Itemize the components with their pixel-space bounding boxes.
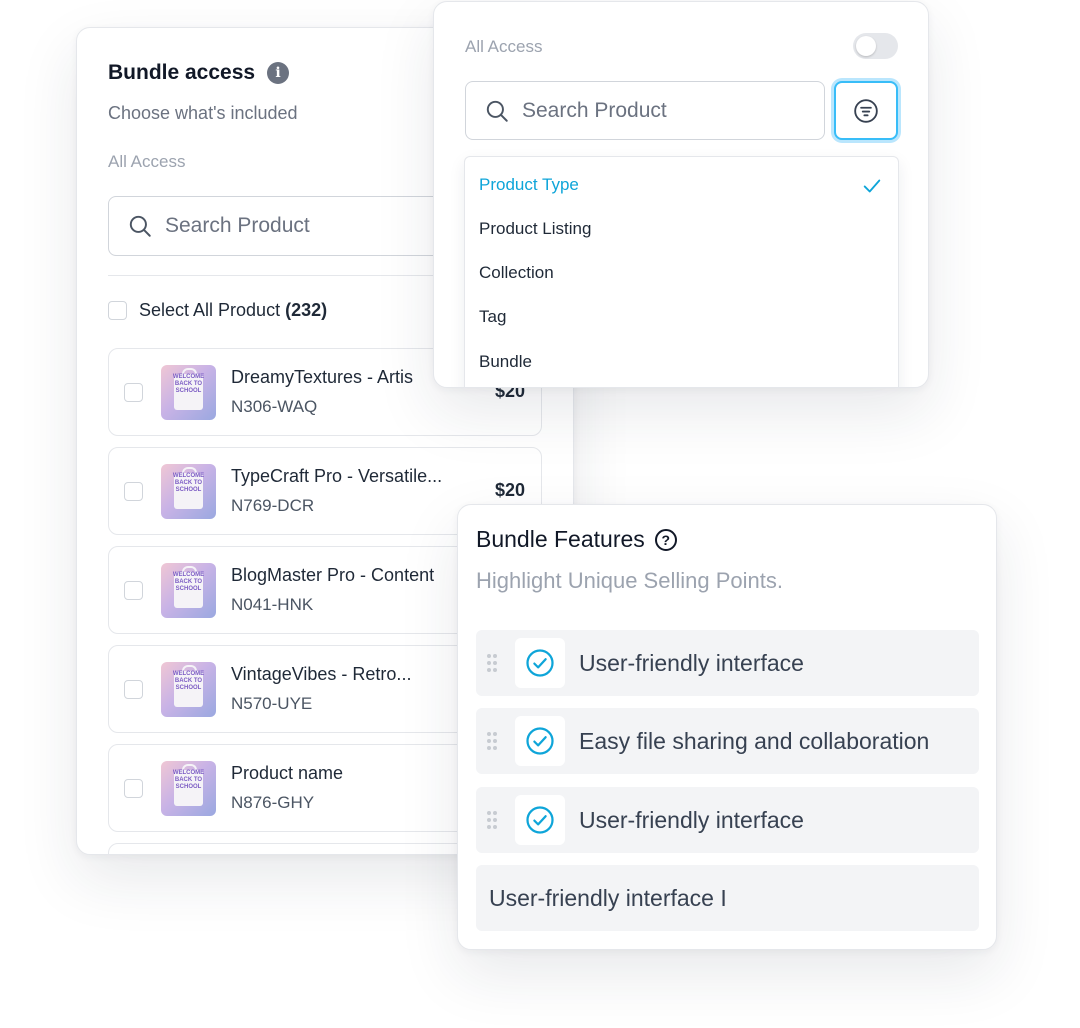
- product-checkbox[interactable]: [124, 383, 143, 402]
- product-thumbnail: WELCOME BACK TO SCHOOL: [161, 662, 216, 717]
- product-thumbnail: WELCOME BACK TO SCHOOL: [161, 464, 216, 519]
- product-sku: N876-GHY: [231, 793, 315, 812]
- product-sku: N570-UYE: [231, 694, 313, 713]
- all-access-label: All Access: [108, 152, 186, 171]
- bundle-features-header: Bundle Features ?: [476, 526, 677, 553]
- product-checkbox[interactable]: [124, 581, 143, 600]
- check-circle-icon: [515, 638, 565, 688]
- product-thumbnail: WELCOME BACK TO SCHOOL: [161, 563, 216, 618]
- filter-icon: [854, 98, 878, 123]
- product-thumbnail: WELCOME BACK TO SCHOOL: [161, 761, 216, 816]
- product-name: Product name: [231, 763, 344, 783]
- select-all-row[interactable]: Select All Product (232): [108, 300, 327, 321]
- feature-text: Easy file sharing and collaboration: [579, 728, 930, 754]
- filter-button[interactable]: [834, 81, 898, 140]
- all-access-label: All Access: [465, 37, 543, 56]
- menu-item-tag[interactable]: Tag: [479, 307, 506, 327]
- filter-dropdown-menu: Product Type Product Listing Collection …: [464, 156, 899, 387]
- question-icon[interactable]: ?: [654, 528, 677, 551]
- bundle-features-card: Bundle Features ? Highlight Unique Selli…: [457, 504, 997, 950]
- product-checkbox[interactable]: [124, 779, 143, 798]
- drag-handle-icon[interactable]: [486, 731, 498, 751]
- check-circle-icon: [515, 716, 565, 766]
- product-name: VintageVibes - Retro...: [231, 664, 412, 684]
- product-name: BlogMaster Pro - Content: [231, 565, 435, 585]
- menu-item-product-listing[interactable]: Product Listing: [479, 219, 591, 239]
- filter-panel-card: All Access Search Product Product Type P…: [433, 1, 929, 388]
- bundle-features-subtitle: Highlight Unique Selling Points.: [476, 568, 783, 593]
- drag-handle-icon[interactable]: [486, 810, 498, 830]
- feature-item[interactable]: User-friendly interface: [476, 630, 979, 696]
- new-feature-value: User-friendly interface I: [489, 885, 727, 911]
- product-sku: N306-WAQ: [231, 397, 318, 416]
- feature-item[interactable]: User-friendly interface: [476, 787, 979, 853]
- check-icon: [863, 179, 881, 193]
- toggle-knob: [856, 36, 876, 56]
- product-price: $20: [494, 480, 525, 500]
- feature-item[interactable]: Easy file sharing and collaboration: [476, 708, 979, 774]
- product-checkbox[interactable]: [124, 680, 143, 699]
- search-placeholder: Search Product: [522, 98, 667, 122]
- search-icon: [486, 100, 508, 122]
- menu-item-bundle[interactable]: Bundle: [479, 352, 532, 372]
- search-icon: [129, 215, 151, 237]
- new-feature-input[interactable]: User-friendly interface I: [476, 865, 979, 931]
- product-sku: N769-DCR: [231, 496, 315, 515]
- all-access-toggle[interactable]: [853, 33, 898, 59]
- menu-item-collection[interactable]: Collection: [479, 263, 554, 283]
- select-all-checkbox[interactable]: [108, 301, 127, 320]
- product-search-input[interactable]: Search Product: [465, 81, 825, 140]
- drag-handle-icon[interactable]: [486, 653, 498, 673]
- product-search-input[interactable]: Search Product: [108, 196, 448, 256]
- product-sku: N041-HNK: [231, 595, 314, 614]
- bundle-access-title: Bundle access: [108, 61, 256, 84]
- bundle-access-subtitle: Choose what's included: [108, 103, 298, 123]
- info-icon[interactable]: i: [267, 62, 290, 84]
- product-thumbnail: WELCOME BACK TO SCHOOL: [161, 365, 216, 420]
- menu-item-product-type[interactable]: Product Type: [479, 175, 579, 195]
- bundle-access-header: Bundle access i: [108, 61, 290, 85]
- product-name: TypeCraft Pro - Versatile...: [231, 466, 443, 486]
- feature-text: User-friendly interface: [579, 650, 804, 676]
- bundle-features-title: Bundle Features: [476, 526, 645, 552]
- product-checkbox[interactable]: [124, 482, 143, 501]
- feature-text: User-friendly interface: [579, 807, 804, 833]
- product-name: DreamyTextures - Artis: [231, 367, 414, 387]
- check-circle-icon: [515, 795, 565, 845]
- search-placeholder: Search Product: [165, 214, 310, 237]
- select-all-label: Select All Product (232): [139, 300, 328, 320]
